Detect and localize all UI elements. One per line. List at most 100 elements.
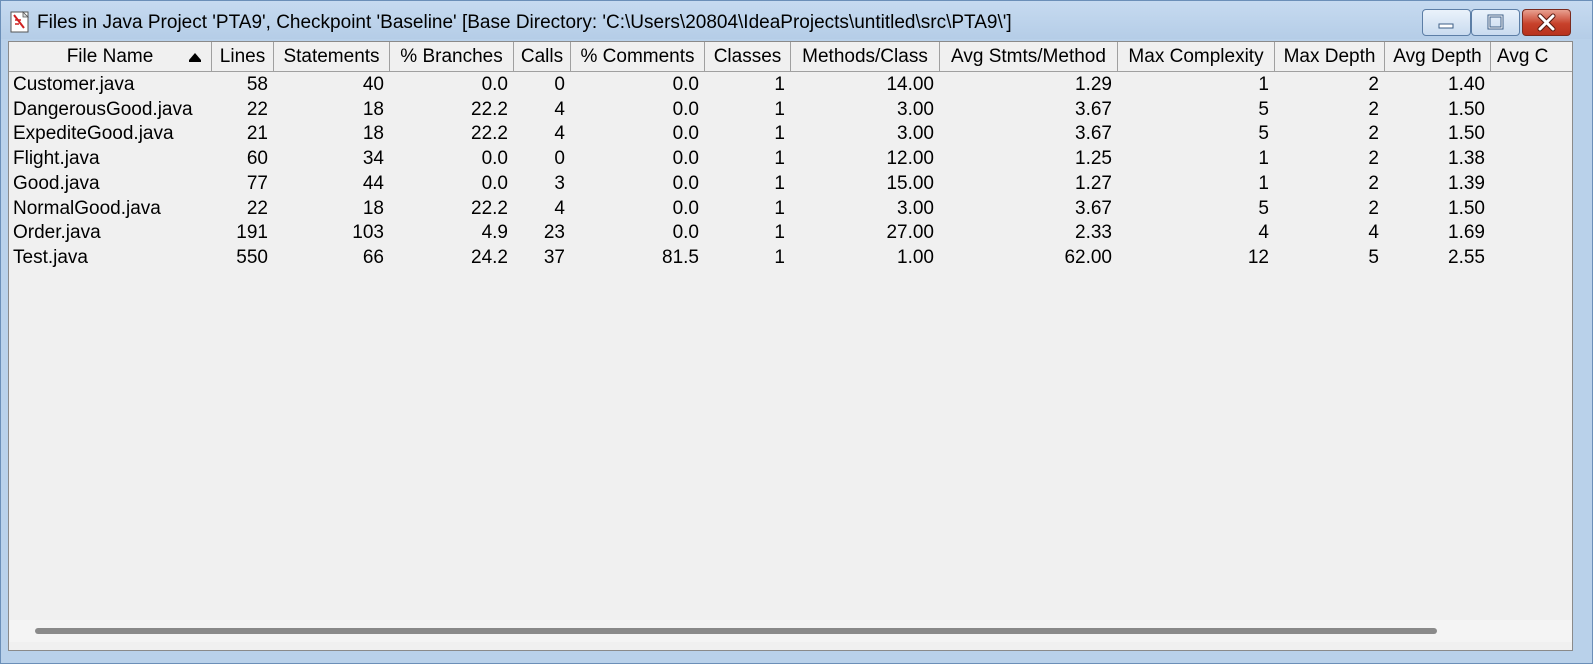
cell-max-complexity: 5 <box>1258 123 1269 145</box>
cell-classes: 1 <box>774 98 785 120</box>
cell-lines: 77 <box>246 172 268 194</box>
cell-avg-depth: 1.40 <box>1448 74 1485 95</box>
column-header-avg-stmts-per-method[interactable]: Avg Stmts/Method <box>940 42 1118 72</box>
cell-lines: 58 <box>246 74 268 95</box>
column-header-max-depth[interactable]: Max Depth <box>1275 42 1385 72</box>
cell-lines: 22 <box>246 98 268 120</box>
cell-classes: 1 <box>774 74 785 95</box>
cell-max-complexity: 1 <box>1258 172 1269 194</box>
cell-statements: 103 <box>352 222 384 244</box>
cell-max-complexity: 1 <box>1258 74 1269 95</box>
column-header-lines[interactable]: Lines <box>212 42 274 72</box>
cell-comments: 0.0 <box>672 123 699 145</box>
title-bar[interactable]: Files in Java Project 'PTA9', Checkpoint… <box>1 1 1592 39</box>
close-icon <box>1537 13 1556 32</box>
table-header: File Name Lines Statements % Branches Ca… <box>9 42 1572 72</box>
close-button[interactable] <box>1522 9 1571 36</box>
cell-classes: 1 <box>774 197 785 219</box>
cell-comments: 0.0 <box>672 172 699 194</box>
cell-statements: 34 <box>362 148 384 170</box>
cell-max-depth: 2 <box>1368 98 1379 120</box>
cell-avg-depth: 1.39 <box>1448 172 1485 194</box>
cell-lines: 550 <box>236 246 268 268</box>
cell-calls: 23 <box>543 222 565 244</box>
minimize-button[interactable] <box>1422 9 1471 36</box>
cell-comments: 0.0 <box>672 74 699 95</box>
cell-branches: 22.2 <box>471 98 508 120</box>
cell-comments: 0.0 <box>672 197 699 219</box>
cell-avg-complexity <box>1491 220 1572 245</box>
cell-avg-stmts-per-method: 2.33 <box>1075 222 1112 244</box>
column-header-comments[interactable]: % Comments <box>571 42 705 72</box>
cell-calls: 0 <box>554 74 565 95</box>
table-row[interactable]: Customer.java 58 40 0.0 0 0.0 1 14.00 1.29 1 2 1.40 <box>9 72 1572 97</box>
cell-avg-depth: 1.50 <box>1448 98 1485 120</box>
cell-methods-per-class: 1.00 <box>897 246 934 268</box>
cell-file-name: Good.java <box>13 172 100 194</box>
cell-lines: 22 <box>246 197 268 219</box>
cell-max-depth: 5 <box>1368 246 1379 268</box>
cell-avg-stmts-per-method: 3.67 <box>1075 123 1112 145</box>
table-row[interactable]: Good.java 77 44 0.0 3 0.0 1 15.00 1.27 1 2 1.39 <box>9 171 1572 196</box>
column-header-avg-depth[interactable]: Avg Depth <box>1385 42 1491 72</box>
table-row[interactable]: Order.java 191 103 4.9 23 0.0 1 27.00 2.33 4 4 1.69 <box>9 220 1572 245</box>
cell-methods-per-class: 12.00 <box>886 148 934 170</box>
cell-branches: 4.9 <box>481 222 508 244</box>
column-header-avg-complexity[interactable]: Avg C <box>1491 42 1572 72</box>
column-header-statements[interactable]: Statements <box>274 42 390 72</box>
cell-avg-stmts-per-method: 1.29 <box>1075 74 1112 95</box>
cell-statements: 40 <box>362 74 384 95</box>
table-row[interactable]: ExpediteGood.java 21 18 22.2 4 0.0 1 3.00 3.67 5 2… <box>9 121 1572 146</box>
cell-file-name: Order.java <box>13 222 101 244</box>
maximize-button[interactable] <box>1471 9 1520 36</box>
cell-avg-complexity <box>1491 97 1572 122</box>
column-header-classes[interactable]: Classes <box>705 42 791 72</box>
metrics-table: File Name Lines Statements % Branches Ca… <box>8 41 1573 651</box>
table-row[interactable]: Flight.java 60 34 0.0 0 0.0 1 12.00 1.25 1 2 1.38 <box>9 146 1572 171</box>
cell-max-depth: 2 <box>1368 172 1379 194</box>
cell-avg-stmts-per-method: 3.67 <box>1075 98 1112 120</box>
column-header-file-name[interactable]: File Name <box>9 42 212 72</box>
cell-avg-complexity <box>1491 171 1572 196</box>
sort-ascending-icon <box>189 53 201 62</box>
cell-comments: 81.5 <box>662 246 699 268</box>
cell-max-complexity: 1 <box>1258 148 1269 170</box>
cell-comments: 0.0 <box>672 222 699 244</box>
cell-statements: 44 <box>362 172 384 194</box>
cell-file-name: DangerousGood.java <box>13 98 193 120</box>
cell-avg-depth: 1.50 <box>1448 197 1485 219</box>
cell-branches: 0.0 <box>481 172 508 194</box>
cell-comments: 0.0 <box>672 148 699 170</box>
cell-methods-per-class: 14.00 <box>886 74 934 95</box>
column-header-branches[interactable]: % Branches <box>390 42 514 72</box>
cell-avg-depth: 1.69 <box>1448 222 1485 244</box>
cell-methods-per-class: 3.00 <box>897 123 934 145</box>
cell-file-name: ExpediteGood.java <box>13 123 174 145</box>
horizontal-scrollbar-thumb[interactable] <box>35 628 1437 634</box>
horizontal-scrollbar[interactable] <box>9 620 1572 642</box>
cell-calls: 0 <box>554 148 565 170</box>
cell-avg-depth: 2.55 <box>1448 246 1485 268</box>
table-row[interactable]: Test.java 550 66 24.2 37 81.5 1 1.00 62.00 12 5 2.5… <box>9 245 1572 270</box>
cell-avg-stmts-per-method: 3.67 <box>1075 197 1112 219</box>
cell-classes: 1 <box>774 172 785 194</box>
column-header-max-complexity[interactable]: Max Complexity <box>1118 42 1275 72</box>
cell-comments: 0.0 <box>672 98 699 120</box>
cell-file-name: Flight.java <box>13 148 100 170</box>
window-title: Files in Java Project 'PTA9', Checkpoint… <box>37 12 1012 33</box>
cell-avg-complexity <box>1491 245 1572 270</box>
cell-classes: 1 <box>774 222 785 244</box>
cell-branches: 24.2 <box>471 246 508 268</box>
cell-branches: 0.0 <box>481 74 508 95</box>
cell-branches: 0.0 <box>481 148 508 170</box>
maximize-icon <box>1487 14 1504 30</box>
column-header-methods-per-class[interactable]: Methods/Class <box>791 42 940 72</box>
column-header-calls[interactable]: Calls <box>514 42 571 72</box>
cell-max-complexity: 12 <box>1247 246 1269 268</box>
cell-avg-complexity <box>1491 146 1572 171</box>
cell-methods-per-class: 15.00 <box>886 172 934 194</box>
cell-avg-stmts-per-method: 1.27 <box>1075 172 1112 194</box>
table-row[interactable]: DangerousGood.java 22 18 22.2 4 0.0 1 3.00 3.67 5… <box>9 97 1572 122</box>
table-row[interactable]: NormalGood.java 22 18 22.2 4 0.0 1 3.00 3.67 5 2 1.… <box>9 196 1572 221</box>
cell-methods-per-class: 3.00 <box>897 98 934 120</box>
